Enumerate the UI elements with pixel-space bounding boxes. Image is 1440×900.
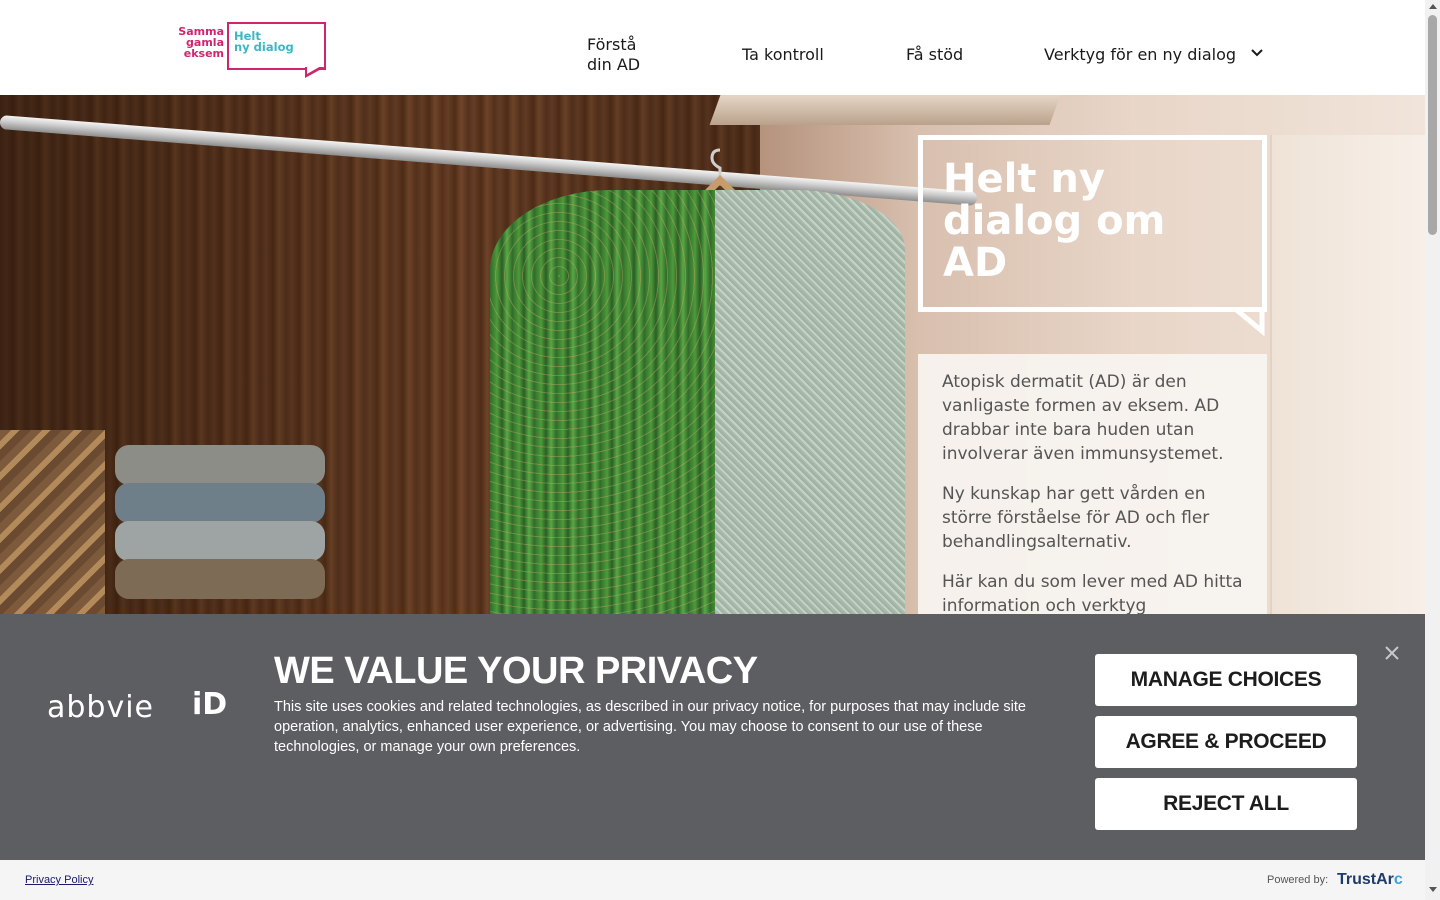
close-icon[interactable]: [1383, 644, 1401, 662]
hero-paragraph: Här kan du som lever med AD hitta inform…: [942, 572, 1243, 616]
main-nav: Förstå din AD Ta kontroll Få stöd Verkty…: [0, 0, 1425, 95]
cookie-body-text: This site uses cookies and related techn…: [274, 699, 1026, 755]
privacy-policy-link[interactable]: Privacy Policy: [25, 874, 93, 886]
hero-title-card: Helt ny dialog om AD: [918, 135, 1267, 312]
powered-by-label: Powered by:: [1267, 874, 1329, 886]
folded-garment: [115, 483, 325, 523]
scrollbar-thumb[interactable]: [1428, 15, 1437, 235]
folded-garment: [115, 445, 325, 485]
hero-door: [1270, 135, 1425, 615]
hero-folded-clothes: [115, 435, 335, 615]
folded-garment: [115, 559, 325, 599]
folded-garment: [115, 521, 325, 561]
cookie-consent-banner: abbvie iD WE VALUE YOUR PRIVACY This sit…: [0, 614, 1425, 860]
scroll-down-arrow-icon[interactable]: [1429, 887, 1437, 892]
abbvie-id-logo: iD: [192, 687, 228, 722]
scroll-up-arrow-icon[interactable]: [1429, 4, 1437, 9]
manage-choices-button[interactable]: MANAGE CHOICES: [1095, 654, 1357, 706]
nav-item-verktyg[interactable]: Verktyg för en ny dialog: [1044, 45, 1236, 65]
hero-shelf: [709, 95, 1061, 125]
nav-item-ta-kontroll[interactable]: Ta kontroll: [742, 45, 824, 65]
hero-title: Helt ny dialog om AD: [943, 156, 1166, 286]
chevron-down-icon[interactable]: [1250, 46, 1264, 60]
cookie-title: WE VALUE YOUR PRIVACY: [274, 650, 758, 692]
cookie-footer: Privacy Policy Powered by: TrustArc: [0, 860, 1425, 900]
sweater-half: [715, 190, 905, 615]
nav-item-fa-stod[interactable]: Få stöd: [906, 45, 963, 65]
trustarc-logo[interactable]: TrustArc: [1337, 871, 1403, 889]
hero-storage-box: [0, 430, 105, 615]
speech-bubble-tail: [1233, 307, 1265, 337]
hero-info-card: Atopisk dermatit (AD) är den vanligaste …: [918, 354, 1267, 616]
page-scrollbar[interactable]: [1425, 0, 1440, 900]
abbvie-logo: abbvie: [47, 690, 155, 725]
hero-paragraph: Atopisk dermatit (AD) är den vanligaste …: [942, 372, 1224, 464]
cactus-spines: [490, 190, 720, 615]
site-header: Samma gamla eksem Helt ny dialog Förstå …: [0, 0, 1425, 95]
trustarc-logo-text-accent: c: [1393, 871, 1403, 888]
hero-paragraph: Ny kunskap har gett vården en större för…: [942, 484, 1210, 552]
hero-cactus-sweater: [490, 190, 910, 615]
trustarc-logo-text: TrustAr: [1337, 871, 1394, 888]
agree-proceed-button[interactable]: AGREE & PROCEED: [1095, 716, 1357, 768]
nav-item-forsta-din-ad[interactable]: Förstå din AD: [587, 35, 667, 75]
reject-all-button[interactable]: REJECT ALL: [1095, 778, 1357, 830]
